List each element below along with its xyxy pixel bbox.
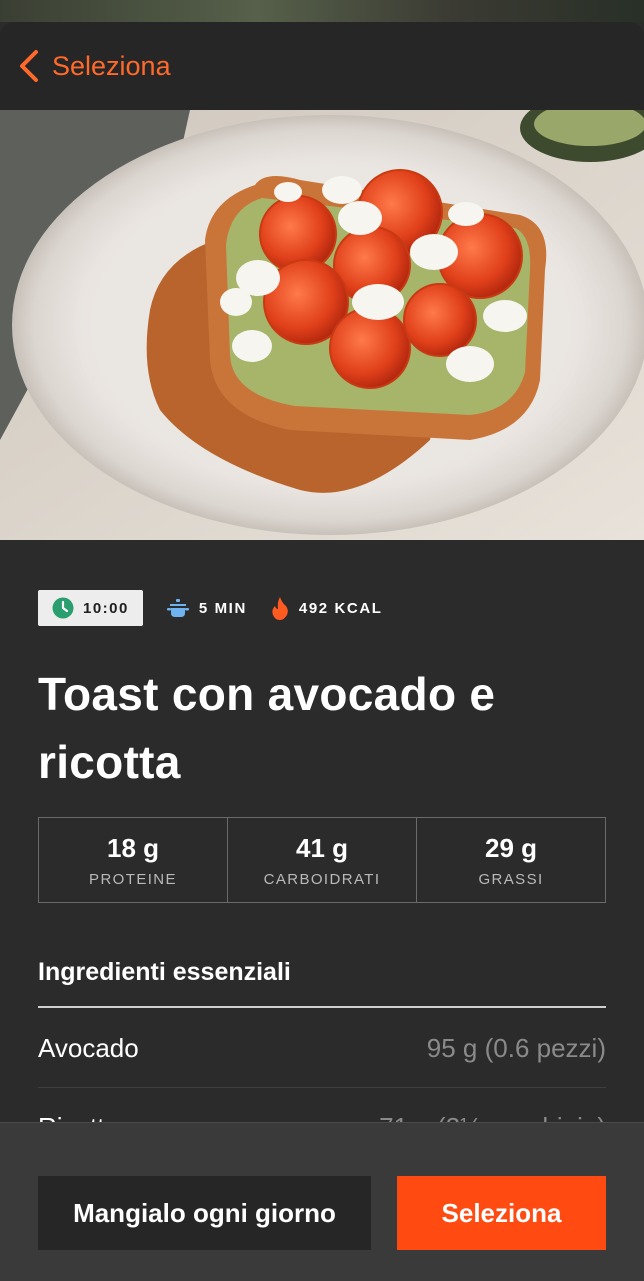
ingredient-quantity: 95 g (0.6 pezzi) xyxy=(426,1032,606,1063)
ingredients-heading: Ingredienti essenziali xyxy=(38,958,291,986)
clock-icon xyxy=(52,597,74,619)
macro-carbs: 41 g CARBOIDRATI xyxy=(227,818,416,902)
calories-value: 492 KCAL xyxy=(298,599,383,617)
divider xyxy=(38,1006,606,1008)
recipe-title: Toast con avocado e ricotta xyxy=(38,668,496,788)
time-value: 10:00 xyxy=(83,599,129,617)
macros-table: 18 g PROTEINE 41 g CARBOIDRATI 29 g GRAS… xyxy=(38,817,606,903)
ingredient-row[interactable]: Avocado 95 g (0.6 pezzi) xyxy=(38,1009,606,1087)
back-label: Seleziona xyxy=(52,50,171,81)
macro-label: CARBOIDRATI xyxy=(263,870,381,888)
macro-value: 29 g xyxy=(484,832,538,863)
cooking-pot-icon xyxy=(166,599,189,617)
macro-protein: 18 g PROTEINE xyxy=(39,818,227,902)
ingredient-name: Avocado xyxy=(38,1032,139,1063)
navbar: Seleziona xyxy=(0,22,644,110)
select-button[interactable]: Seleziona xyxy=(397,1176,606,1250)
meta-row: 10:00 5 MIN 492 KCAL xyxy=(38,590,383,626)
flame-icon xyxy=(272,597,288,620)
bottom-action-bar: Mangialo ogni giorno Seleziona xyxy=(0,1122,644,1281)
back-button[interactable]: Seleziona xyxy=(18,49,171,83)
calories: 492 KCAL xyxy=(271,596,383,620)
macro-label: PROTEINE xyxy=(89,870,177,888)
macro-value: 18 g xyxy=(106,832,160,863)
prep-time: 5 MIN xyxy=(166,598,247,618)
eat-daily-button[interactable]: Mangialo ogni giorno xyxy=(38,1176,371,1250)
recipe-photo xyxy=(0,110,644,540)
macro-fat: 29 g GRASSI xyxy=(416,818,605,902)
status-strip xyxy=(0,0,644,22)
prep-time-value: 5 MIN xyxy=(198,599,247,617)
recipe-details: 10:00 5 MIN 492 KCAL Toast con avocado e… xyxy=(0,540,644,1142)
macro-label: GRASSI xyxy=(478,870,544,888)
macro-value: 41 g xyxy=(295,832,349,863)
time-chip[interactable]: 10:00 xyxy=(38,590,143,626)
chevron-left-icon xyxy=(20,50,38,82)
